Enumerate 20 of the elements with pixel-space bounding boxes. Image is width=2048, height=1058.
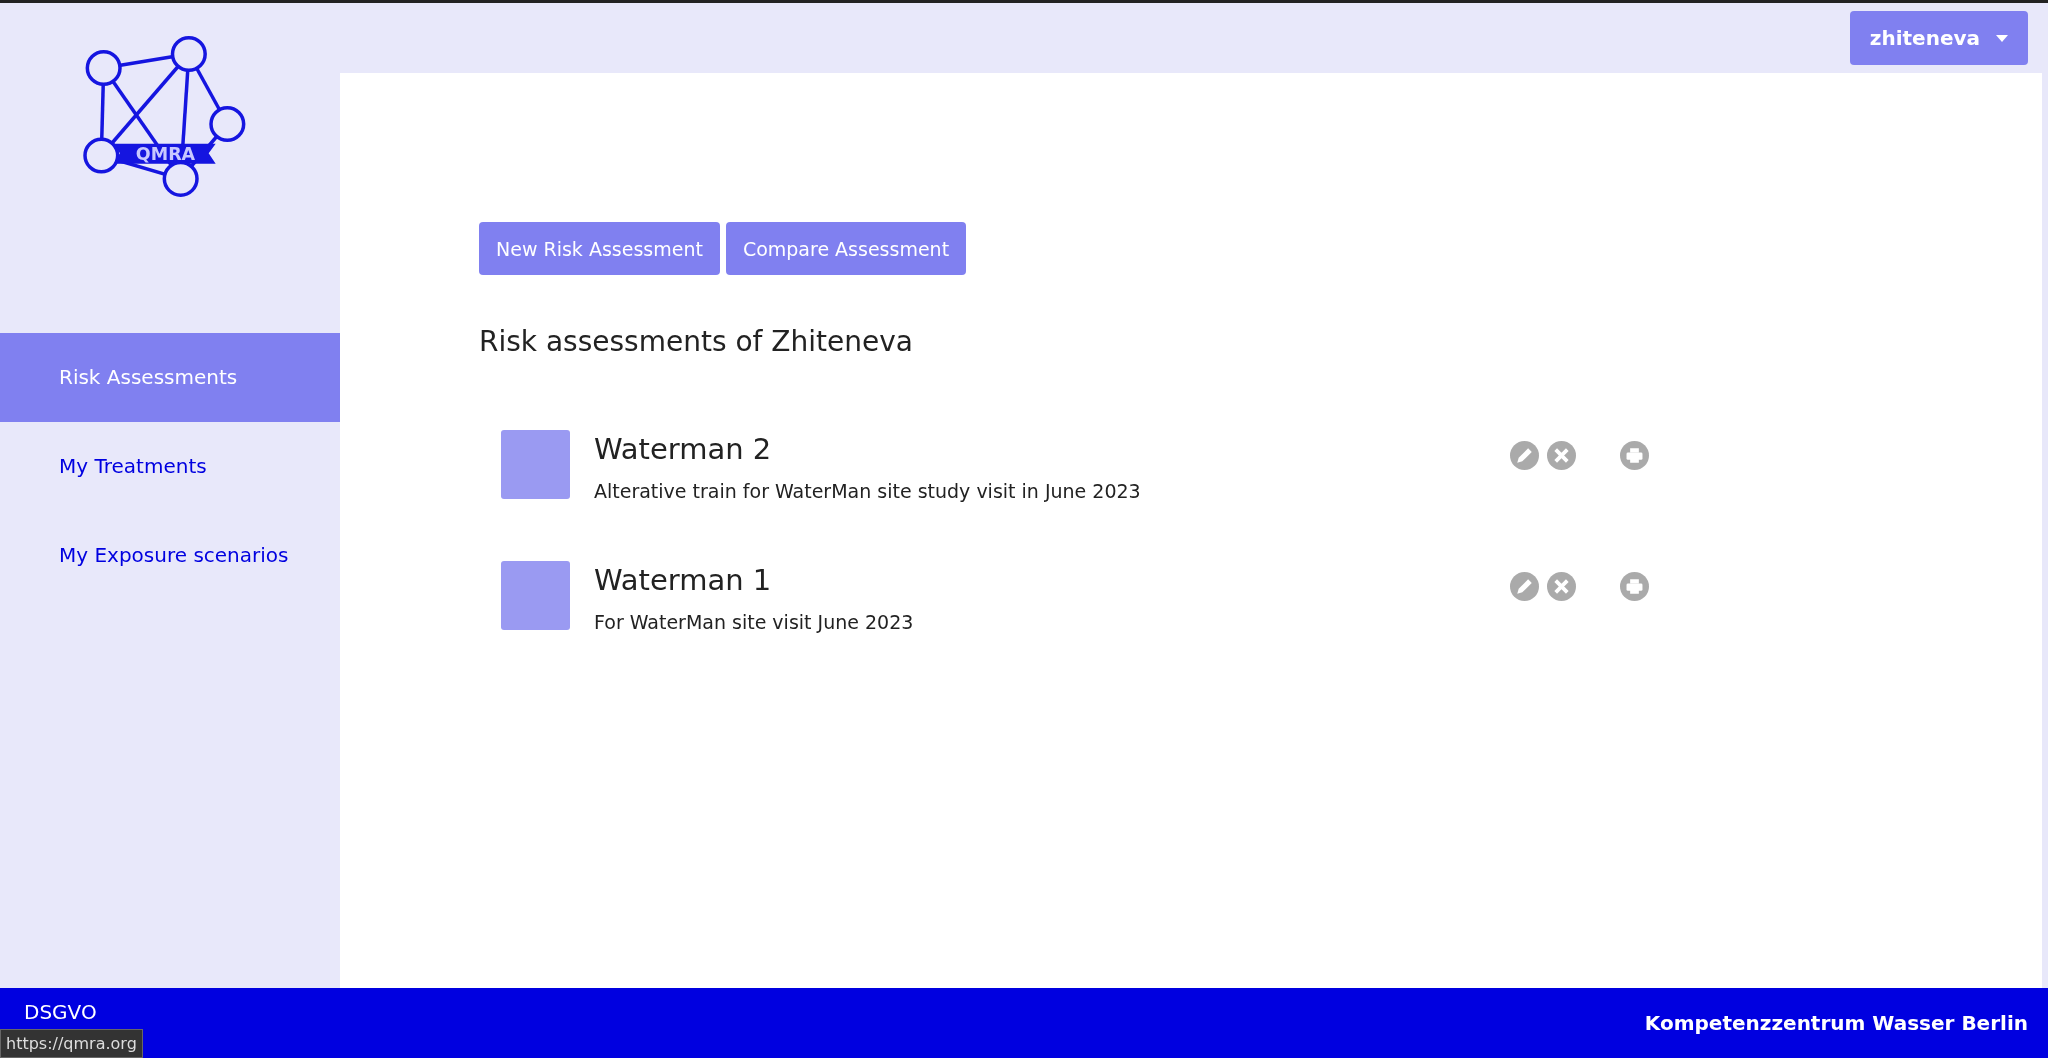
delete-icon[interactable] <box>1547 572 1576 601</box>
url-tooltip: https://qmra.org <box>0 1029 143 1058</box>
assessment-thumbnail <box>501 430 570 499</box>
footer-text: Kompetenzzentrum Wasser Berlin <box>1644 1011 2028 1035</box>
edit-icon[interactable] <box>1510 441 1539 470</box>
delete-icon[interactable] <box>1547 441 1576 470</box>
sidebar-item[interactable]: My Treatments <box>0 422 340 511</box>
caret-icon <box>1996 34 2008 42</box>
assessment-title[interactable]: Waterman 2 <box>594 432 1510 466</box>
footer-link[interactable]: DSGVO <box>24 1000 97 1024</box>
assessment-description: For WaterMan site visit June 2023 <box>594 611 915 633</box>
logo-text: QMRA <box>135 144 195 165</box>
printer-icon[interactable] <box>1620 441 1649 470</box>
printer-icon[interactable] <box>1620 572 1649 601</box>
assessment-thumbnail <box>501 561 570 630</box>
edit-icon[interactable] <box>1510 572 1539 601</box>
sidebar-item[interactable]: My Exposure scenarios <box>0 511 340 600</box>
assessment-description: Alterative train for WaterMan site study visit in June 2023 <box>594 480 1142 502</box>
page-heading: Risk assessments of Zhiteneva <box>479 325 914 358</box>
assessment-title[interactable]: Waterman 1 <box>594 563 1510 597</box>
